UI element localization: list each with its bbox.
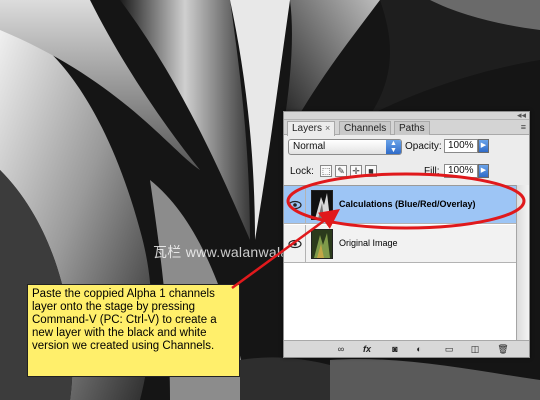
layer-list-scrollbar[interactable] [516,185,529,340]
blend-mode-value: Normal [293,141,326,152]
tab-channels-label: Channels [344,123,387,134]
lock-image-pixels-icon[interactable]: ✎ [335,165,347,177]
layer-name: Calculations (Blue/Red/Overlay) [339,199,476,209]
new-layer-icon[interactable]: ◫ [468,344,482,355]
layer-thumbnail [311,190,333,220]
opacity-slider-arrow-icon[interactable]: ▶ [478,139,489,153]
tab-layers-label: Layers [292,123,323,134]
blend-mode-select[interactable]: Normal ▲ ▼ [288,139,402,155]
collapse-icon[interactable]: ◂◂ [517,110,526,120]
layer-list: Calculations (Blue/Red/Overlay) Original… [284,185,516,340]
trash-icon[interactable]: 🗑 [496,344,510,355]
fill-label: Fill: [424,166,440,177]
opacity-label: Opacity: [405,141,442,152]
annotation-callout: Paste the coppied Alpha 1 channels layer… [27,284,240,377]
layer-thumbnail [311,229,333,259]
visibility-eye-icon[interactable] [284,225,306,263]
fx-icon[interactable]: fx [360,344,374,355]
adjustment-icon[interactable]: ◐ [412,344,426,355]
visibility-eye-icon[interactable] [284,186,306,224]
panel-tabs: Layers × Channels Paths ≡ [284,120,529,136]
tab-channels[interactable]: Channels [339,121,392,135]
layer-row-original-image[interactable]: Original Image [284,225,516,263]
layers-panel: ◂◂ Layers × Channels Paths ≡ Normal ▲ ▼ Op… [283,110,530,358]
lock-label: Lock: [290,166,314,177]
close-icon[interactable]: × [325,123,330,133]
layer-name: Original Image [339,238,398,248]
layer-row-calculations[interactable]: Calculations (Blue/Red/Overlay) [284,186,516,224]
panel-menu-icon[interactable]: ≡ [521,122,526,132]
lock-all-icon[interactable]: ■ [365,165,377,177]
opacity-field[interactable]: 100% [444,139,478,153]
tab-paths-label: Paths [399,123,425,134]
lock-position-icon[interactable]: ✛ [350,165,362,177]
link-icon[interactable]: ∞ [334,344,348,355]
fill-slider-arrow-icon[interactable]: ▶ [478,164,489,178]
fill-field[interactable]: 100% [444,164,478,178]
group-icon[interactable]: ▭ [442,344,456,355]
tab-paths[interactable]: Paths [394,121,430,135]
lock-transparent-pixels-icon[interactable]: ⬚ [320,165,332,177]
mask-icon[interactable]: ◙ [388,344,402,355]
tab-layers[interactable]: Layers × [287,121,336,136]
panel-bottom-bar: ∞ fx ◙ ◐ ▭ ◫ 🗑 [284,340,529,357]
panel-titlebar[interactable]: ◂◂ [284,110,529,120]
chevron-updown-icon: ▲ ▼ [386,140,401,154]
